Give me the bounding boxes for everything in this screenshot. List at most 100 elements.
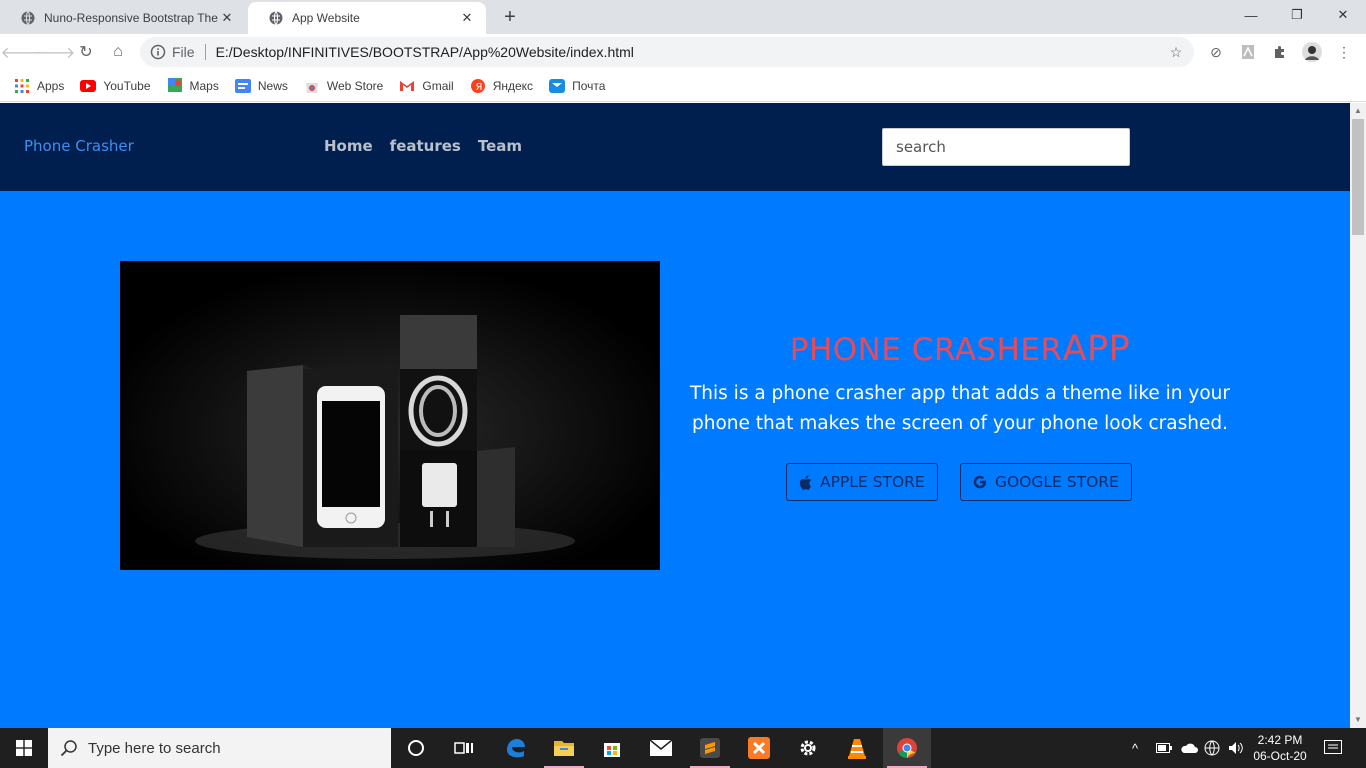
close-tab-icon[interactable]: ✕ [218, 9, 236, 27]
bookmark-star-icon[interactable]: ☆ [1166, 42, 1186, 62]
bookmark-news[interactable]: News [234, 78, 288, 94]
maps-icon [167, 77, 183, 94]
network-globe-icon[interactable] [1204, 728, 1220, 768]
bookmark-youtube[interactable]: YouTube [80, 78, 151, 94]
clock-date: 06-Oct-20 [1253, 749, 1307, 763]
microsoft-store-icon[interactable] [588, 728, 636, 768]
bookmark-label: Почта [572, 78, 606, 93]
restore-button[interactable]: ❐ [1274, 0, 1320, 30]
mail-icon [549, 78, 566, 94]
tab-title: App Website [292, 11, 360, 25]
hero-description: This is a phone crasher app that adds a … [690, 383, 1230, 434]
mail-app-icon[interactable] [637, 728, 685, 768]
yandex-icon: Я [470, 78, 486, 94]
browser-toolbar: 🡐 🡒 ↻ ⌂ File E:/Desktop/INFINITIVES/BOOT… [0, 34, 1366, 70]
web-page: Phone Crasher Home features Team search … [0, 103, 1350, 728]
nav-link-team[interactable]: Team [478, 137, 522, 155]
hero-title: PHONE CRASHERAPP [690, 329, 1230, 369]
task-view-icon[interactable] [440, 728, 488, 768]
start-button[interactable] [0, 728, 48, 768]
edge-browser-icon[interactable] [491, 728, 539, 768]
bookmark-label: Gmail [422, 78, 454, 93]
bookmark-label: Web Store [326, 78, 384, 93]
site-brand[interactable]: Phone Crasher [24, 137, 134, 155]
globe-icon [268, 10, 284, 26]
bookmark-web-store[interactable]: Web Store [304, 78, 383, 94]
bookmark-yandex[interactable]: Я Яндекс [470, 78, 533, 94]
cortana-icon[interactable] [392, 728, 440, 768]
apple-icon [799, 474, 812, 490]
sublime-text-icon[interactable] [686, 728, 734, 768]
svg-text:Я: Я [475, 82, 482, 93]
bookmark-pochta[interactable]: Почта [549, 78, 605, 94]
nav-links: Home features Team [324, 137, 522, 155]
globe-icon [20, 10, 36, 26]
xampp-icon[interactable] [735, 728, 783, 768]
clock-time: 2:42 PM [1257, 733, 1303, 747]
news-icon [234, 78, 251, 94]
vlc-icon[interactable] [833, 728, 881, 768]
scrollbar-thumb[interactable] [1352, 119, 1364, 235]
web-store-icon [304, 78, 320, 94]
hero-title-suffix: APP [1062, 329, 1131, 369]
block-icon[interactable]: ⊘ [1206, 42, 1226, 62]
bookmark-maps[interactable]: Maps [167, 77, 219, 94]
bookmark-label: Maps [189, 78, 219, 93]
settings-gear-icon[interactable] [784, 728, 832, 768]
bookmark-label: News [257, 78, 288, 93]
info-icon[interactable] [150, 44, 166, 60]
close-tab-icon[interactable]: ✕ [458, 9, 476, 27]
apps-grid-icon [14, 78, 30, 94]
google-store-label: GOOGLE STORE [995, 473, 1119, 491]
tab-title: Nuno-Responsive Bootstrap Ther [44, 11, 218, 25]
site-search-input[interactable] [882, 128, 1130, 166]
address-bar[interactable]: File E:/Desktop/INFINITIVES/BOOTSTRAP/Ap… [140, 37, 1194, 67]
windows-taskbar: Type here to search ^ 2:42 PM 06-Oct-20 [0, 728, 1366, 768]
page-scrollbar[interactable]: ▲ ▼ [1350, 103, 1366, 728]
bookmark-label: Яндекс [492, 78, 534, 93]
apple-store-button[interactable]: APPLE STORE [786, 463, 938, 501]
reload-button[interactable]: ↻ [74, 40, 98, 64]
notifications-icon[interactable] [1324, 728, 1342, 768]
forward-button[interactable]: 🡒 [33, 40, 76, 64]
scheme-label: File [172, 44, 206, 60]
site-navbar: Phone Crasher Home features Team [0, 103, 1350, 191]
bookmark-gmail[interactable]: Gmail [399, 78, 454, 94]
tab-app-website[interactable]: App Website ✕ [248, 2, 486, 34]
scroll-down-arrow[interactable]: ▼ [1350, 712, 1366, 728]
search-icon [60, 739, 78, 757]
home-button[interactable]: ⌂ [106, 40, 130, 64]
phone-box-image [120, 261, 660, 570]
chrome-icon[interactable] [883, 728, 931, 768]
scroll-up-arrow[interactable]: ▲ [1350, 103, 1366, 119]
taskbar-search-box[interactable]: Type here to search [48, 728, 391, 768]
pdf-extension-icon[interactable] [1238, 42, 1258, 62]
windows-logo-icon [16, 740, 32, 756]
file-explorer-icon[interactable] [540, 728, 588, 768]
google-store-button[interactable]: GOOGLE STORE [960, 463, 1132, 501]
tray-chevron-icon[interactable]: ^ [1132, 728, 1138, 768]
bookmark-label: YouTube [103, 78, 151, 93]
url-text: E:/Desktop/INFINITIVES/BOOTSTRAP/App%20W… [215, 44, 634, 60]
tab-nuno[interactable]: Nuno-Responsive Bootstrap Ther ✕ [0, 2, 246, 34]
menu-kebab-icon[interactable]: ⋮ [1334, 42, 1354, 62]
hero-title-main: PHONE CRASHER [789, 332, 1063, 368]
profile-avatar[interactable] [1302, 42, 1322, 62]
youtube-icon [80, 78, 97, 94]
tab-strip: Nuno-Responsive Bootstrap Ther ✕ App Web… [0, 0, 1366, 34]
apple-store-label: APPLE STORE [820, 473, 925, 491]
extensions-puzzle-icon[interactable] [1270, 42, 1290, 62]
taskbar-clock[interactable]: 2:42 PM 06-Oct-20 [1242, 732, 1318, 764]
battery-icon[interactable] [1156, 728, 1172, 768]
back-button[interactable]: 🡐 [1, 40, 44, 64]
close-window-button[interactable]: ✕ [1320, 0, 1366, 30]
bookmark-apps[interactable]: Apps [14, 78, 64, 94]
nav-link-home[interactable]: Home [324, 137, 373, 155]
bookmark-label: Apps [37, 78, 65, 93]
new-tab-button[interactable]: + [498, 6, 522, 28]
taskbar-search-placeholder: Type here to search [88, 739, 221, 757]
nav-link-features[interactable]: features [390, 137, 461, 155]
onedrive-icon[interactable] [1180, 728, 1198, 768]
bookmarks-bar: Apps YouTube Maps News Web Store Gmail Я [0, 70, 1366, 102]
minimize-button[interactable]: — [1228, 0, 1274, 30]
